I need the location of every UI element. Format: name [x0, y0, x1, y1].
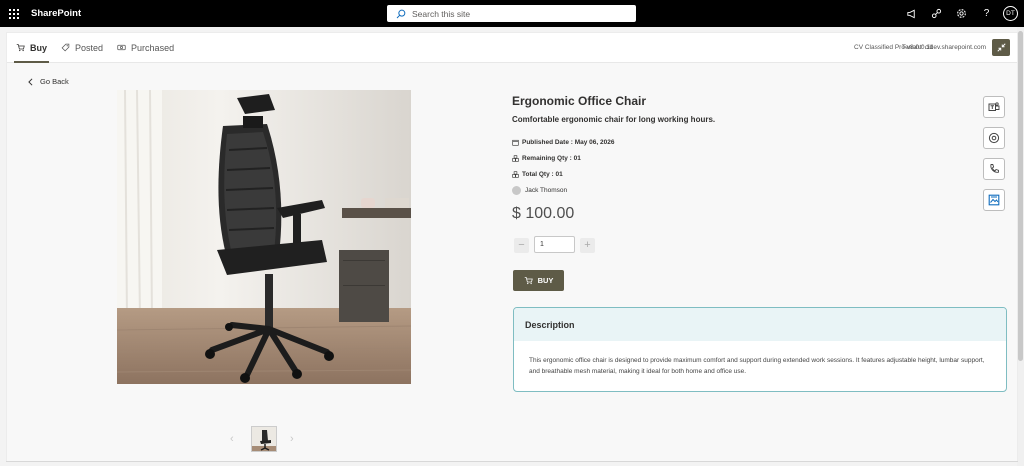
tab-label: Buy: [30, 42, 48, 53]
product-title: Ergonomic Office Chair: [512, 94, 647, 108]
boxes-icon: [512, 171, 519, 178]
remaining-qty-text: Remaining Qty : 01: [522, 155, 581, 162]
product-thumbnail[interactable]: [251, 426, 277, 452]
buy-label: BUY: [537, 276, 554, 285]
description-text: This ergonomic office chair is designed …: [529, 357, 985, 375]
settings-icon[interactable]: [949, 0, 974, 27]
boxes-icon: [512, 155, 519, 162]
tenant-label: Tenant: cidev.sharepoint.com: [901, 44, 986, 51]
product-image[interactable]: [117, 90, 411, 384]
go-back-label: Go Back: [40, 77, 69, 86]
description-heading: Description: [514, 308, 1006, 341]
published-date-text: Published Date : May 06, 2026: [522, 139, 615, 146]
search-icon: [396, 9, 406, 18]
contact-actions: [983, 96, 1005, 220]
tab-buy[interactable]: Buy: [9, 33, 54, 63]
share-icon[interactable]: [924, 0, 949, 27]
scrollbar-thumb[interactable]: [1018, 31, 1023, 361]
email-button[interactable]: [983, 127, 1005, 149]
share-image-button[interactable]: [983, 189, 1005, 211]
thumbnail-prev-icon[interactable]: ‹: [230, 433, 234, 445]
money-icon: [117, 44, 126, 51]
seller: Jack Thomson: [512, 186, 567, 195]
cart-icon: [524, 277, 533, 285]
tab-label: Posted: [75, 42, 104, 53]
thumbnail-next-icon[interactable]: ›: [290, 433, 294, 445]
teams-chat-button[interactable]: [983, 96, 1005, 118]
megaphone-icon[interactable]: [899, 0, 924, 27]
phone-icon: [990, 164, 999, 173]
quantity-decrement-button[interactable]: −: [514, 238, 529, 253]
app-container: Buy Posted Purchased CV Classified Pro v…: [6, 32, 1018, 462]
waffle-icon: [8, 8, 19, 19]
cart-icon: [16, 44, 25, 52]
total-qty: Total Qty : 01: [512, 171, 563, 178]
divider: [6, 461, 1018, 462]
tab-label: Purchased: [131, 42, 175, 53]
mail-icon: [988, 132, 1000, 144]
avatar[interactable]: DT: [1003, 6, 1018, 21]
total-qty-text: Total Qty : 01: [522, 171, 563, 178]
image-icon: [988, 194, 1000, 206]
seller-avatar: [512, 186, 521, 195]
chevron-left-icon: [28, 77, 33, 86]
go-back-link[interactable]: Go Back: [27, 77, 69, 86]
collapse-icon: [996, 43, 1006, 52]
description-card: Description This ergonomic office chair …: [513, 307, 1007, 392]
page-scrollbar[interactable]: [1017, 27, 1024, 466]
quantity-input[interactable]: 1: [534, 236, 575, 253]
app-launcher-button[interactable]: [0, 0, 27, 27]
product-subtitle: Comfortable ergonomic chair for long wor…: [512, 115, 716, 124]
search-box[interactable]: Search this site: [387, 5, 636, 22]
search-placeholder: Search this site: [412, 8, 471, 19]
published-date: Published Date : May 06, 2026: [512, 139, 614, 146]
collapse-button[interactable]: [992, 39, 1010, 56]
product-price: $ 100.00: [512, 205, 575, 222]
calendar-icon: [512, 139, 519, 146]
call-button[interactable]: [983, 158, 1005, 180]
tab-purchased[interactable]: Purchased: [110, 33, 181, 63]
buy-button[interactable]: BUY: [513, 270, 564, 291]
remaining-qty: Remaining Qty : 01: [512, 155, 581, 162]
tab-posted[interactable]: Posted: [54, 33, 110, 63]
suite-bar: SharePoint Search this site ? DT: [0, 0, 1024, 27]
quantity-increment-button[interactable]: +: [580, 238, 595, 253]
teams-icon: [988, 102, 1000, 111]
tag-icon: [61, 43, 70, 52]
seller-name: Jack Thomson: [525, 187, 568, 194]
tabs-bar: Buy Posted Purchased CV Classified Pro v…: [7, 33, 1017, 63]
brand-title[interactable]: SharePoint: [31, 8, 81, 19]
help-icon[interactable]: ?: [974, 0, 999, 27]
